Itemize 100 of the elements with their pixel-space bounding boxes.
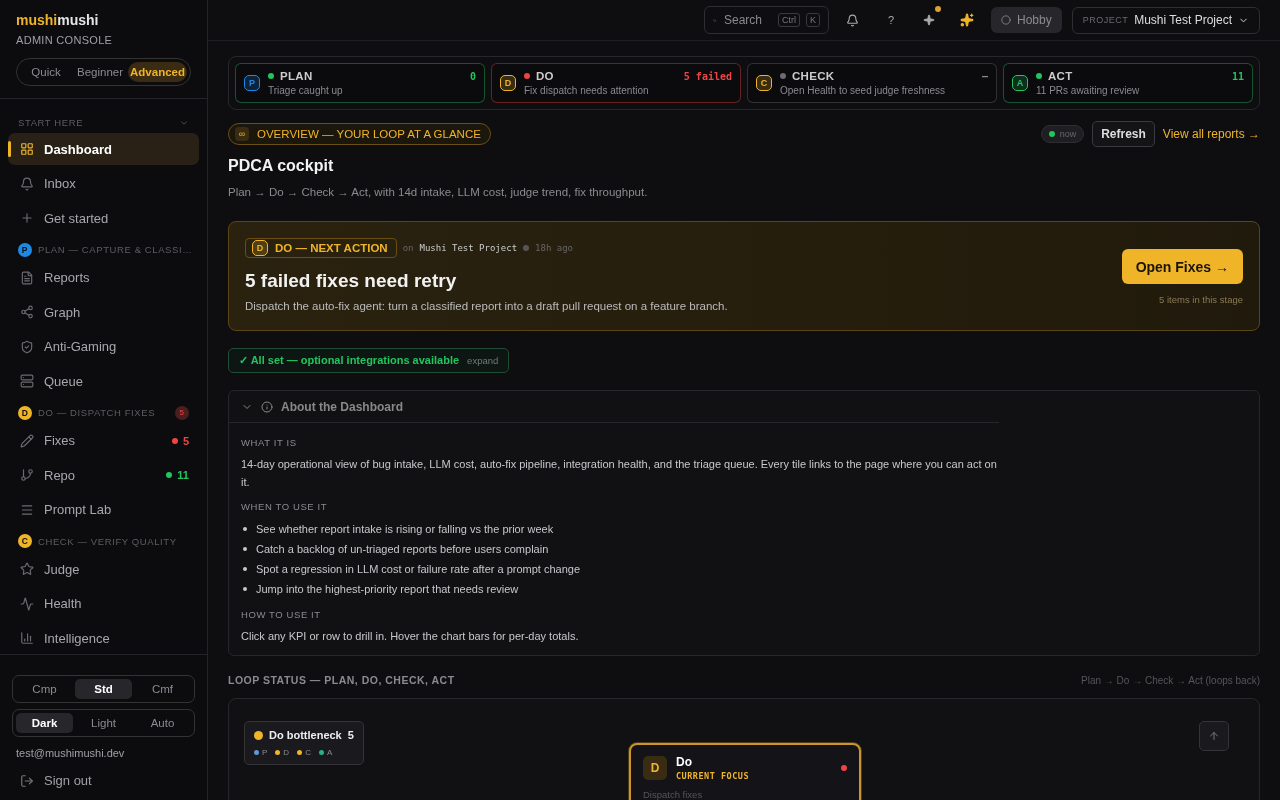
nav-item[interactable]: Graph: [8, 296, 199, 328]
action-title: 5 failed fixes need retry: [245, 270, 458, 292]
help-button[interactable]: ?: [876, 6, 905, 34]
density-tab[interactable]: Cmp: [16, 679, 73, 699]
sparkle-icon: [922, 14, 935, 26]
search-input[interactable]: Search: [721, 12, 772, 28]
node-description: Dispatch fixes: [643, 789, 704, 800]
nav-item[interactable]: Anti-Gaming: [8, 330, 199, 363]
loop-hint: Plan → Do → Check → Act (loops back): [1081, 674, 1260, 686]
nav-item[interactable]: Health: [8, 587, 199, 620]
stage-node[interactable]: D Do CURRENT FOCUS Dispatch fixes: [629, 743, 861, 800]
density-tab[interactable]: Std: [75, 679, 132, 699]
next-action-label: D DO — NEXT ACTION: [245, 238, 397, 258]
bullet-icon: [243, 527, 247, 531]
stage-count: 0: [469, 70, 476, 82]
bullet-icon: [243, 567, 247, 571]
nav-item[interactable]: Fixes 5: [8, 424, 199, 457]
stage-description: 11 PRs awaiting review: [1036, 85, 1141, 96]
project-name: Mushi Test Project: [419, 243, 518, 253]
stage-item-count: 5 items in this stage: [1159, 294, 1243, 305]
nav-item[interactable]: Dashboard: [8, 133, 199, 165]
mode-tab[interactable]: Quick: [20, 62, 72, 82]
about-heading: WHAT IT IS: [241, 437, 298, 448]
nav-icon: [20, 562, 34, 576]
nav-icon: [20, 374, 34, 388]
nav-icon: [20, 468, 34, 482]
brand-logo: mushimushi: [16, 12, 100, 28]
section-badge: P: [18, 242, 32, 257]
theme-tab[interactable]: Auto: [134, 713, 191, 733]
legend-label: D: [283, 748, 290, 757]
stage-badge: C: [756, 75, 772, 91]
legend-label: A: [326, 748, 333, 757]
bullet-icon: [243, 587, 247, 591]
mode-tab[interactable]: Advanced: [128, 62, 187, 82]
integrations-status[interactable]: ✓ All set — optional integrations available expand: [228, 348, 510, 373]
nav-item[interactable]: Judge: [8, 553, 199, 585]
nav-item[interactable]: Prompt Lab: [8, 493, 199, 526]
sign-out-button[interactable]: Sign out: [12, 759, 195, 788]
nav-icon: [20, 270, 34, 285]
refresh-button[interactable]: Refresh: [1092, 121, 1155, 147]
project-selector[interactable]: PROJECT Mushi Test Project: [1071, 6, 1260, 34]
about-bullet: Spot a regression in LLM cost or failure rate after a prompt change: [256, 562, 581, 577]
stage-card[interactable]: P PLAN 0 Triage caught up: [235, 63, 485, 103]
node-tag: CURRENT FOCUS: [676, 771, 750, 781]
density-tab[interactable]: Cmf: [134, 679, 191, 699]
page-title: PDCA cockpit: [228, 157, 335, 175]
section-badge: D: [18, 405, 32, 420]
about-bullet: Catch a backlog of un-triaged reports before users complain: [256, 542, 549, 557]
item-count: 11: [177, 469, 189, 481]
view-all-link[interactable]: View all reports →: [1162, 127, 1260, 141]
nav-icon: [20, 433, 34, 448]
sign-out-icon: [20, 773, 34, 788]
project-name: Mushi Test Project: [1134, 13, 1232, 27]
stage-badge: A: [1012, 75, 1028, 91]
about-text: Click any KPI or row to drill in. Hover the chart bars for per-day totals.: [241, 629, 580, 644]
about-heading: WHEN TO USE IT: [241, 501, 329, 512]
nav-item[interactable]: Intelligence: [8, 622, 199, 654]
nav-item[interactable]: Queue: [8, 365, 199, 397]
nav-item[interactable]: Repo 11: [8, 459, 199, 491]
node-badge: D: [643, 756, 667, 780]
nav-icon: [20, 339, 34, 354]
nav-item[interactable]: Get started: [8, 202, 199, 234]
project-label: PROJECT: [1082, 15, 1129, 25]
theme-tab[interactable]: Dark: [16, 713, 73, 733]
nav-item[interactable]: Inbox: [8, 167, 199, 200]
stage-description: Fix dispatch needs attention: [524, 85, 650, 96]
nav-item[interactable]: Reports: [8, 261, 199, 294]
stage-description: Triage caught up: [268, 85, 344, 96]
stage-description: Open Health to seed judge freshness: [780, 85, 947, 96]
stage-card[interactable]: C CHECK – Open Health to seed judge freshness: [747, 63, 997, 103]
bottleneck-count: 5: [347, 729, 354, 741]
stage-title: PLAN: [280, 70, 313, 82]
about-toggle[interactable]: About the Dashboard: [229, 391, 999, 423]
open-fixes-button[interactable]: Open Fixes →: [1121, 249, 1243, 284]
search-field[interactable]: Search Ctrl K: [703, 6, 829, 34]
action-description: Dispatch the auto-fix agent: turn a classified report into a draft pull request on a feature branch.: [245, 300, 729, 312]
notification-dot: [934, 6, 941, 12]
plan-button[interactable]: Hobby: [990, 7, 1062, 33]
node-title: Do: [676, 755, 693, 769]
legend-label: P: [262, 748, 268, 757]
bullet-icon: [243, 547, 247, 551]
nav-icon: [20, 176, 34, 191]
section-badge: C: [18, 534, 32, 548]
nav-icon: [20, 596, 34, 611]
console-subtitle: ADMIN CONSOLE: [16, 34, 114, 46]
nav-icon: [20, 502, 34, 517]
mode-tab[interactable]: Beginner: [74, 62, 127, 82]
stage-card[interactable]: D DO 5 failed Fix dispatch needs attention: [491, 63, 741, 103]
shortcut-key: K: [805, 13, 820, 27]
nav-icon: [20, 211, 34, 225]
theme-tab[interactable]: Light: [75, 713, 132, 733]
bell-icon: [846, 13, 860, 27]
age-label: 18h ago: [535, 243, 573, 253]
section-heading: LOOP STATUS — PLAN, DO, CHECK, ACT: [228, 674, 455, 686]
arrow-up-icon: [1208, 730, 1220, 742]
stage-count: 5 failed: [683, 70, 732, 82]
stage-card[interactable]: A ACT 11 11 PRs awaiting review: [1003, 63, 1253, 103]
project-prefix: on: [402, 243, 414, 253]
nav-icon: [20, 142, 34, 156]
page-subtitle: Plan → Do → Check → Act, with 14d intake, LLM cost, judge trend, fix throughput.: [228, 186, 649, 198]
